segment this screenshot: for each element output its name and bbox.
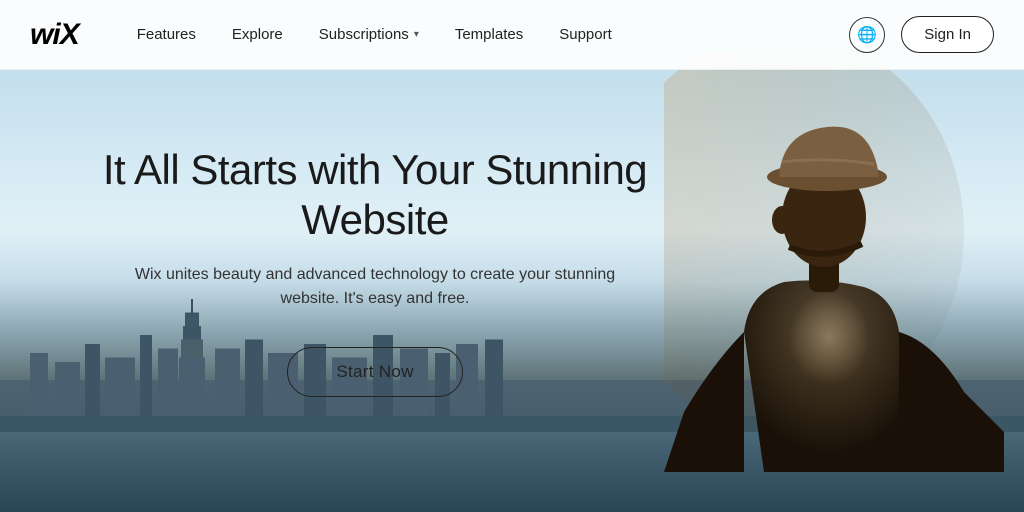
language-selector-button[interactable]: 🌐 bbox=[849, 17, 885, 53]
nav-item-subscriptions[interactable]: Subscriptions ▾ bbox=[301, 0, 437, 70]
nav-item-templates[interactable]: Templates bbox=[437, 0, 541, 70]
nav-item-explore[interactable]: Explore bbox=[214, 0, 301, 70]
nav-item-features[interactable]: Features bbox=[119, 0, 214, 70]
nav-right: 🌐 Sign In bbox=[849, 16, 994, 53]
nav-item-support[interactable]: Support bbox=[541, 0, 630, 70]
logo[interactable]: wiX bbox=[30, 18, 79, 52]
navbar: wiX Features Explore Subscriptions ▾ Tem… bbox=[0, 0, 1024, 70]
start-now-button[interactable]: Start Now bbox=[287, 347, 462, 397]
hero-title: It All Starts with Your Stunning Website bbox=[40, 145, 710, 246]
chevron-down-icon: ▾ bbox=[414, 29, 419, 40]
main-nav: Features Explore Subscriptions ▾ Templat… bbox=[119, 0, 850, 70]
hero-section: It All Starts with Your Stunning Website… bbox=[0, 70, 750, 512]
hero-subtitle: Wix unites beauty and advanced technolog… bbox=[105, 263, 645, 311]
logo-text: wiX bbox=[30, 19, 79, 50]
signin-button[interactable]: Sign In bbox=[901, 16, 994, 53]
globe-icon: 🌐 bbox=[857, 25, 877, 45]
subscriptions-label: Subscriptions bbox=[319, 26, 409, 43]
